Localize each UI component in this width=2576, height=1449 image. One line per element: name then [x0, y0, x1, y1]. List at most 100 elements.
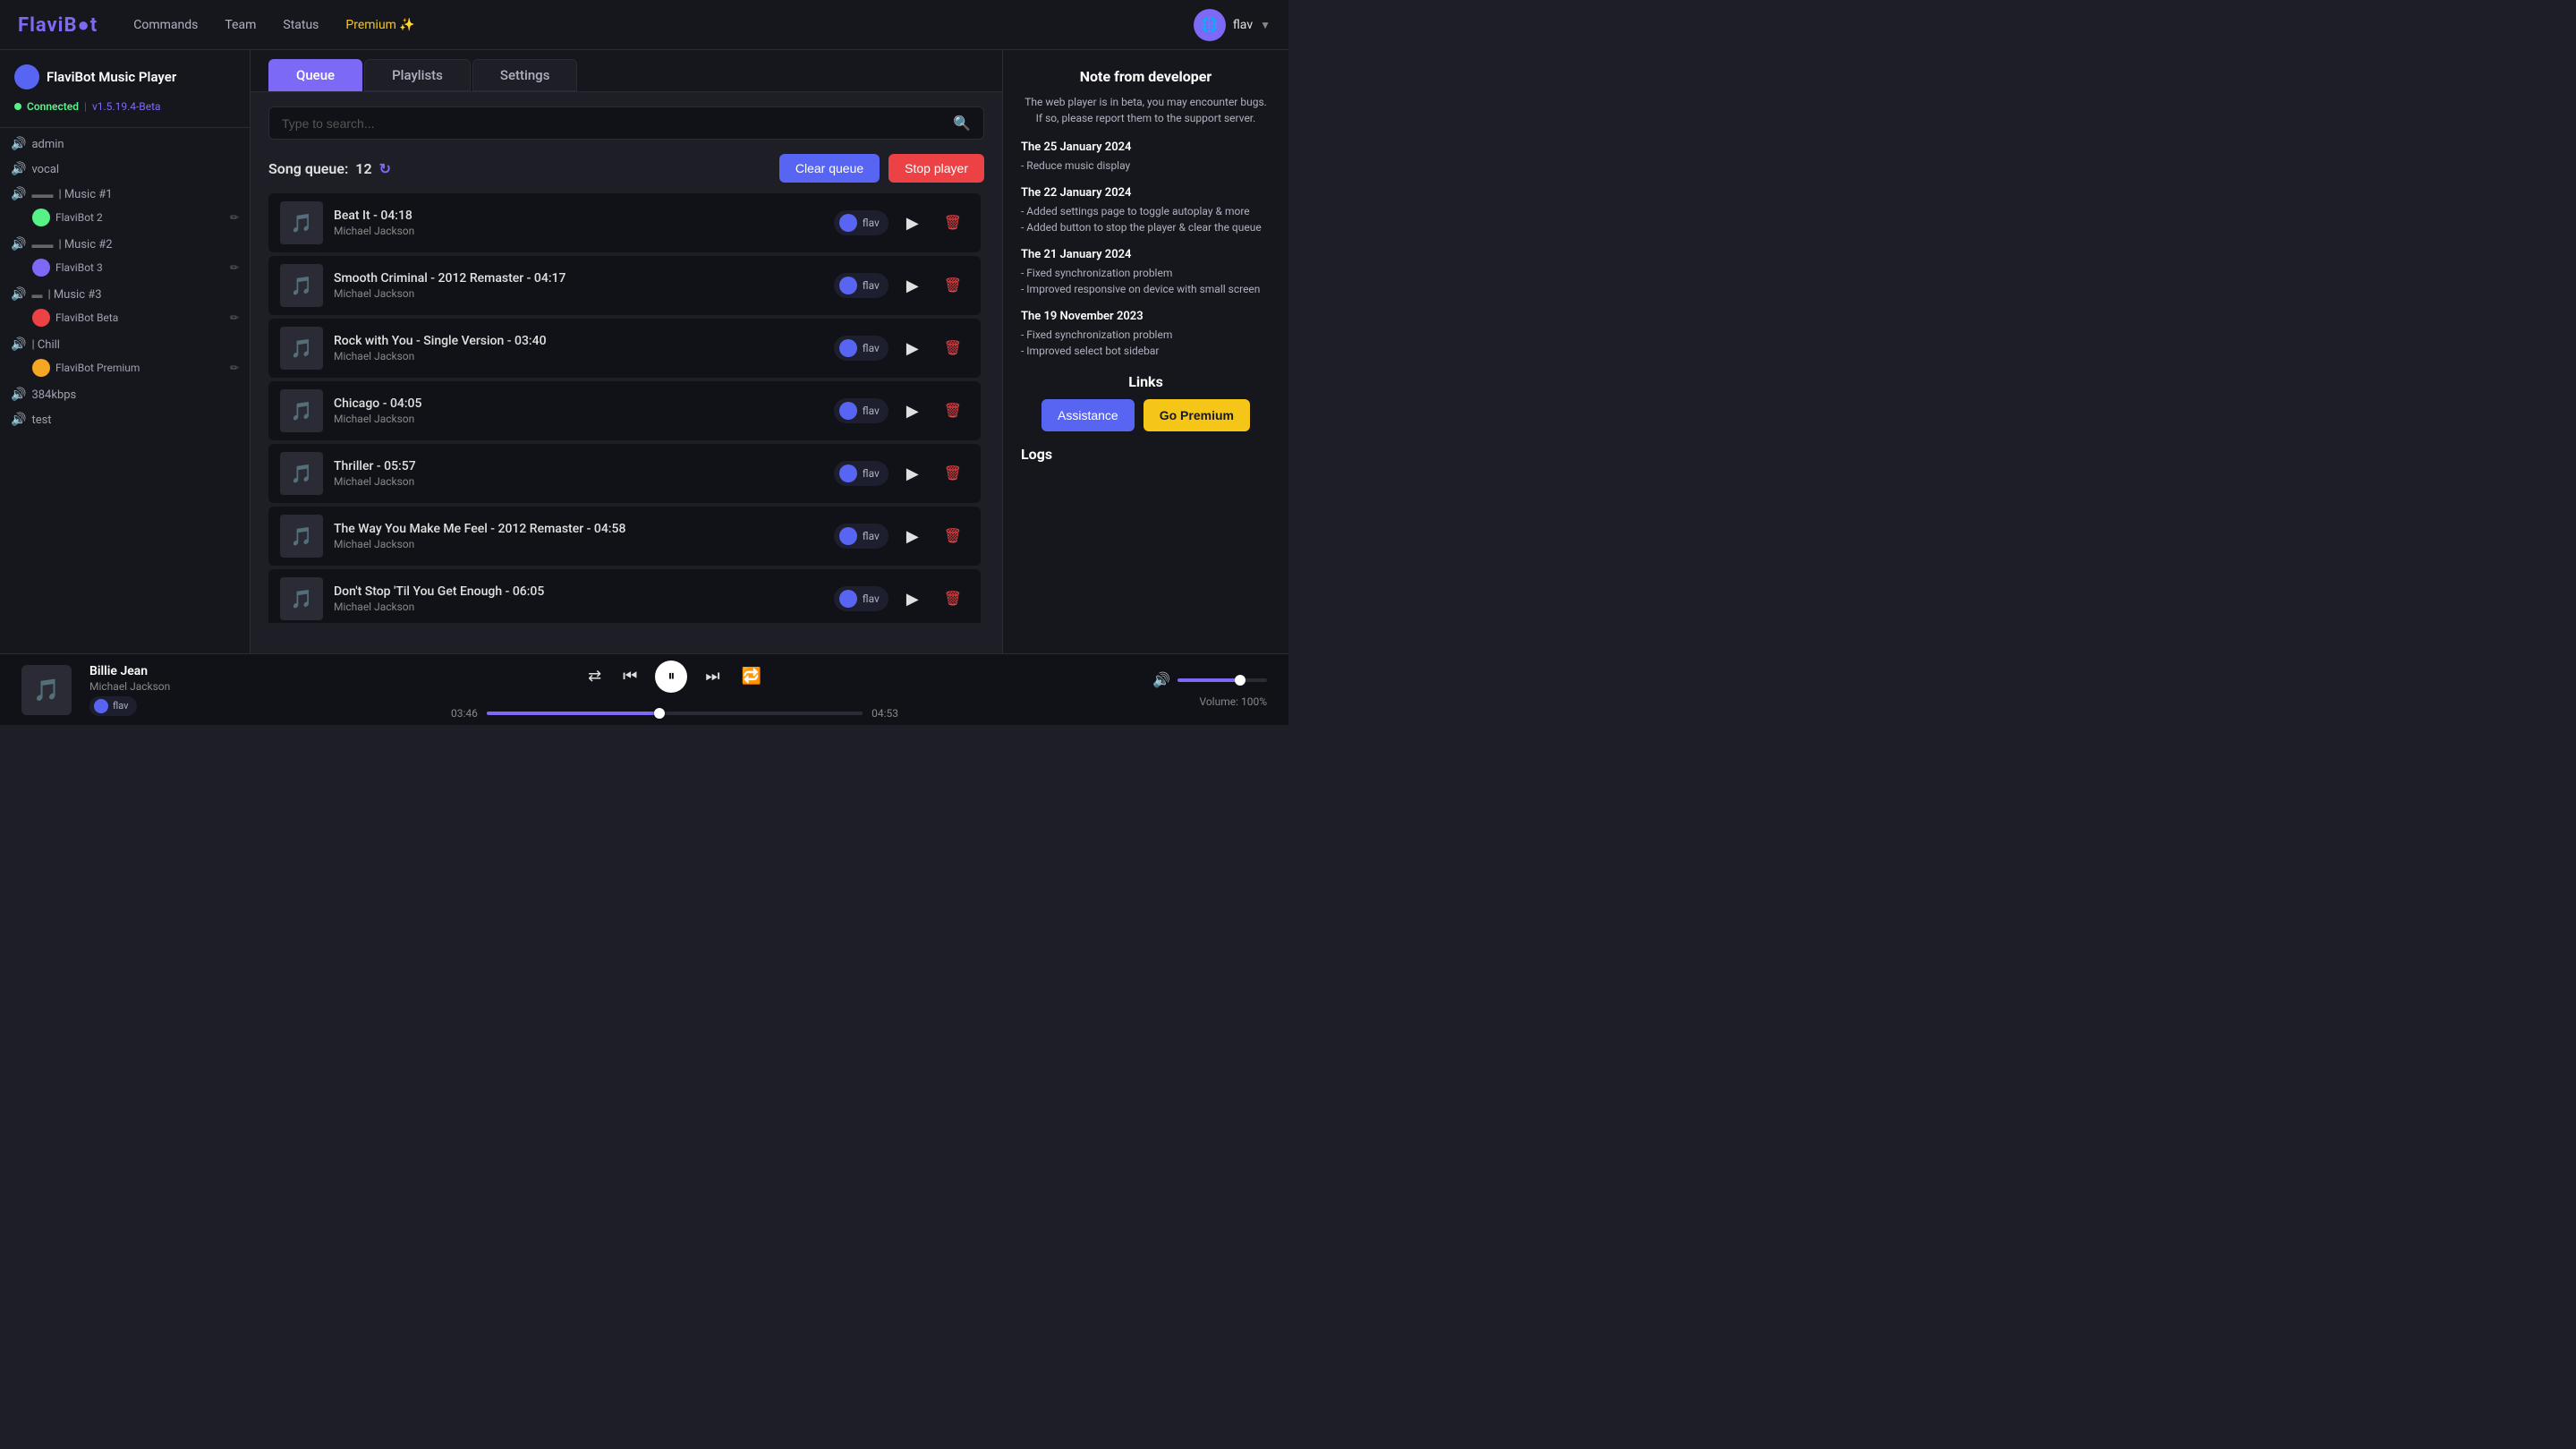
brand-logo: FlaviB●t [18, 13, 98, 37]
speaker-icon-7: 🔊 [11, 388, 26, 402]
changelog-item: - Fixed synchronization problem [1021, 327, 1271, 343]
tab-playlists[interactable]: Playlists [364, 59, 471, 91]
main-layout: FlaviBot Music Player Connected | v1.5.1… [0, 50, 1288, 653]
channel-music2[interactable]: 🔊 ▬▬ | Music #2 [0, 234, 250, 255]
sidebar-sub-flavibotbeta[interactable]: FlaviBot Beta ✏ [25, 305, 250, 330]
channel-admin[interactable]: 🔊 admin [0, 133, 250, 155]
channel-music1[interactable]: 🔊 ▬▬ | Music #1 [0, 183, 250, 205]
user-dot [839, 214, 857, 232]
sidebar-sub-flavibotpremium[interactable]: FlaviBot Premium ✏ [25, 355, 250, 380]
edit-icon[interactable]: ✏ [230, 211, 239, 224]
edit-icon-3[interactable]: ✏ [230, 311, 239, 324]
channel-384[interactable]: 🔊 384kbps [0, 384, 250, 405]
nav-commands[interactable]: Commands [133, 18, 198, 32]
channel-chill-sub: FlaviBot Premium ✏ [0, 355, 250, 380]
song-info: Chicago - 04:05 Michael Jackson [334, 396, 823, 425]
nav-premium[interactable]: Premium ✨ [345, 18, 414, 32]
sidebar-sub-flavibot3[interactable]: FlaviBot 3 ✏ [25, 255, 250, 280]
song-delete-button[interactable]: 🗑 [937, 586, 969, 611]
user-dot [839, 527, 857, 545]
changelog-jan21: The 21 January 2024 - Fixed synchronizat… [1021, 248, 1271, 297]
changelog-item: - Reduce music display [1021, 158, 1271, 174]
shuffle-button[interactable]: ⇄ [584, 663, 605, 689]
song-play-button[interactable]: ▶ [899, 524, 926, 550]
edit-icon-4[interactable]: ✏ [230, 362, 239, 374]
list-item: 🎵 Beat It - 04:18 Michael Jackson flav ▶… [268, 193, 981, 252]
next-button[interactable]: ⏭ [701, 663, 723, 689]
channel-music1-label: | Music #1 [58, 188, 112, 201]
logs-title: Logs [1021, 446, 1271, 463]
song-delete-button[interactable]: 🗑 [937, 398, 969, 423]
song-play-button[interactable]: ▶ [899, 273, 926, 299]
clear-queue-button[interactable]: Clear queue [779, 154, 880, 183]
song-play-button[interactable]: ▶ [899, 461, 926, 487]
song-play-button[interactable]: ▶ [899, 210, 926, 236]
song-thumbnail: 🎵 [280, 577, 323, 620]
channel-vocal[interactable]: 🔊 vocal [0, 158, 250, 180]
flavibot2-icon [32, 209, 50, 226]
user-menu[interactable]: 🌐 flav ▼ [1194, 9, 1271, 41]
volume-dot [1235, 675, 1245, 686]
changelog-item: - Fixed synchronization problem [1021, 265, 1271, 281]
changelog-item: - Added settings page to toggle autoplay… [1021, 203, 1271, 219]
sidebar-header: FlaviBot Music Player [0, 50, 250, 97]
song-delete-button[interactable]: 🗑 [937, 336, 969, 361]
song-delete-button[interactable]: 🗑 [937, 524, 969, 549]
user-dot [839, 277, 857, 294]
changelog-date: The 22 January 2024 [1021, 186, 1271, 200]
speaker-icon-2: 🔊 [11, 162, 26, 176]
volume-track[interactable] [1177, 678, 1267, 682]
channel-test[interactable]: 🔊 test [0, 409, 250, 430]
search-input[interactable] [282, 116, 953, 131]
channel-group-chill: 🔊 | Chill FlaviBot Premium ✏ [0, 332, 250, 382]
brand-text: FlaviB●t [18, 14, 98, 37]
sidebar-sub-flavibot2[interactable]: FlaviBot 2 ✏ [25, 205, 250, 230]
repeat-button[interactable]: 🔁 [738, 663, 765, 689]
pause-button[interactable]: ⏸ [655, 661, 687, 693]
user-name-badge: flav [863, 405, 880, 417]
channel-chill[interactable]: 🔊 | Chill [0, 334, 250, 355]
song-thumbnail: 🎵 [280, 327, 323, 370]
user-dot [839, 402, 857, 420]
song-info: Smooth Criminal - 2012 Remaster - 04:17 … [334, 271, 823, 300]
song-delete-button[interactable]: 🗑 [937, 210, 969, 235]
flavibotbeta-label: FlaviBot Beta [55, 311, 118, 324]
progress-fill [487, 712, 659, 715]
assistance-button[interactable]: Assistance [1041, 399, 1135, 431]
search-icon: 🔍 [953, 115, 971, 132]
song-title: Smooth Criminal - 2012 Remaster - 04:17 [334, 271, 823, 286]
progress-dot [654, 708, 665, 719]
song-play-button[interactable]: ▶ [899, 336, 926, 362]
song-delete-button[interactable]: 🗑 [937, 273, 969, 298]
user-name-badge: flav [863, 217, 880, 229]
changelog-item: - Improved responsive on device with sma… [1021, 281, 1271, 297]
volume-fill [1177, 678, 1240, 682]
note-title: Note from developer [1021, 68, 1271, 85]
prev-button[interactable]: ⏮ [619, 663, 641, 689]
song-user-badge: flav [834, 210, 888, 235]
edit-icon-2[interactable]: ✏ [230, 261, 239, 274]
progress-track[interactable] [487, 712, 863, 715]
channel-music3[interactable]: 🔊 ▬ | Music #3 [0, 284, 250, 305]
stop-player-button[interactable]: Stop player [888, 154, 984, 183]
tab-queue[interactable]: Queue [268, 59, 362, 91]
song-thumbnail: 🎵 [280, 264, 323, 307]
song-delete-button[interactable]: 🗑 [937, 461, 969, 486]
refresh-icon[interactable]: ↻ [379, 160, 391, 177]
song-title: The Way You Make Me Feel - 2012 Remaster… [334, 522, 823, 536]
connected-label: Connected [27, 100, 79, 113]
player-volume: 🔊 Volume: 100% [1152, 671, 1267, 708]
channel-chill-label: | Chill [31, 338, 60, 352]
song-play-button[interactable]: ▶ [899, 398, 926, 424]
flavibot2-label: FlaviBot 2 [55, 211, 103, 224]
tab-settings[interactable]: Settings [472, 59, 578, 91]
list-item: 🎵 Don't Stop 'Til You Get Enough - 06:05… [268, 569, 981, 623]
nav-status[interactable]: Status [283, 18, 319, 32]
list-item: 🎵 Thriller - 05:57 Michael Jackson flav … [268, 444, 981, 503]
nav-team[interactable]: Team [225, 18, 256, 32]
song-title: Chicago - 04:05 [334, 396, 823, 411]
song-play-button[interactable]: ▶ [899, 586, 926, 612]
song-artist: Michael Jackson [334, 538, 823, 550]
player-badge-dot [94, 699, 108, 713]
go-premium-button[interactable]: Go Premium [1143, 399, 1250, 431]
